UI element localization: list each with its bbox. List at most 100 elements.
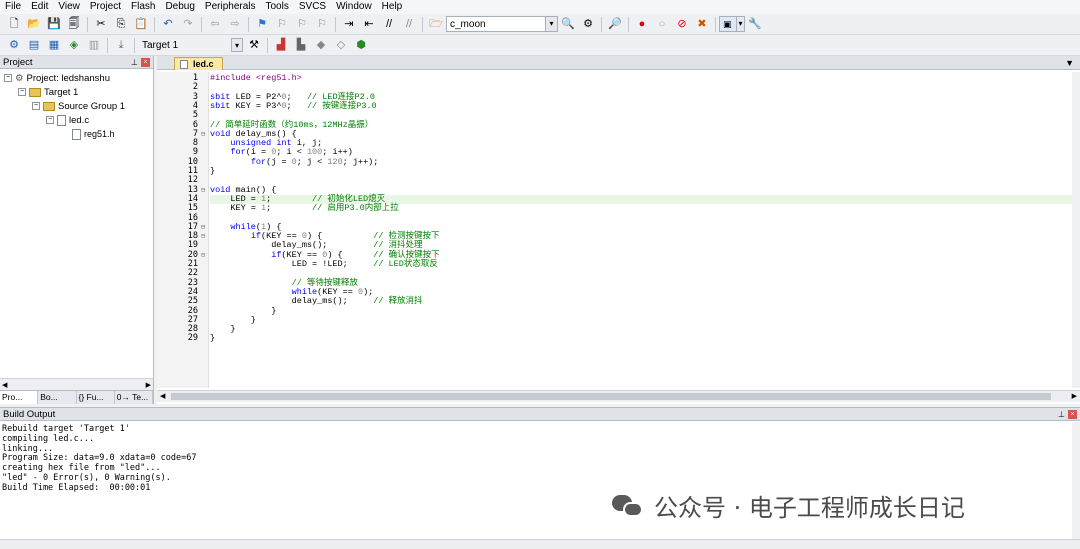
code-line[interactable]: #include <reg51.h> [210,73,302,83]
nav-forward-icon[interactable]: ⇨ [227,16,243,32]
scroll-left-icon[interactable]: ◀ [2,381,7,389]
separator [715,16,716,32]
menu-flash[interactable]: Flash [126,0,160,14]
fold-toggle-icon[interactable]: ⊟ [201,186,205,195]
menu-file[interactable]: File [0,0,26,14]
find-in-files-icon[interactable]: 🗁 [428,16,444,32]
event-recorder-icon[interactable]: ◇ [333,37,349,53]
code-area[interactable]: 1 2 3 4 5 6 7 ⊟ 8 9 10 11 12 13 ⊟ 14 15 16 17 ⊟ 18 ⊟ 19 20 ⊟ 21 22… [157,72,1080,388]
next-bookmark-icon[interactable]: ⚐ [294,16,310,32]
tab-templates[interactable]: 0→ Te... [115,391,153,404]
redo-icon[interactable]: ↷ [180,16,196,32]
breakpoint-icon[interactable]: ● [634,16,650,32]
wrench-icon[interactable]: 🔧 [747,16,763,32]
code-line[interactable]: } [210,334,215,344]
comment-icon[interactable]: // [381,16,397,32]
tree-item-led-c[interactable]: − led.c [46,113,89,127]
project-horizontal-scrollbar[interactable]: ◀ ▶ [0,378,153,390]
chevron-down-icon[interactable]: ▾ [736,17,744,31]
scroll-left-icon[interactable]: ◀ [160,392,165,400]
unindent-icon[interactable]: ⇤ [361,16,377,32]
tree-item-project[interactable]: − ⚙ Project: ledshanshu [4,71,110,85]
bookmark-icon[interactable]: ⚑ [254,16,270,32]
tree-item-reg51-h[interactable]: reg51.h [72,127,115,141]
code-line[interactable]: } [210,166,215,176]
save-all-icon[interactable]: 🗐 [66,16,82,32]
download-icon[interactable]: ⤓ [113,37,129,53]
target-options-icon[interactable]: ⚒ [246,37,262,53]
disable-breakpoint-icon[interactable]: ○ [654,16,670,32]
fold-toggle-icon[interactable]: ⊟ [201,251,205,260]
collapse-icon[interactable]: − [4,74,12,82]
editor-vertical-scrollbar[interactable] [1072,72,1080,388]
manage-project-items-icon[interactable]: ▟ [273,37,289,53]
menu-svcs[interactable]: SVCS [294,0,331,14]
paste-icon[interactable]: 📋 [133,16,149,32]
tab-project[interactable]: Pro... [0,391,39,404]
function-combo[interactable]: c_moon ▾ [446,16,558,32]
pin-icon[interactable]: ⊥ [131,58,138,67]
editor-horizontal-scrollbar[interactable]: ◀ ▶ [157,390,1080,402]
fold-toggle-icon[interactable]: ⊟ [201,130,205,139]
menu-view[interactable]: View [53,0,85,14]
menu-peripherals[interactable]: Peripherals [200,0,261,14]
tab-list-icon[interactable]: ▼ [1065,56,1074,70]
indent-icon[interactable]: ⇥ [341,16,357,32]
collapse-icon[interactable]: − [46,116,54,124]
chevron-down-icon[interactable]: ▾ [545,17,557,31]
pack-installer-icon[interactable]: ⬢ [353,37,369,53]
copy-icon[interactable]: ⎘ [113,16,129,32]
code-line[interactable]: sbit KEY = P3^0; // 按键连接P3.0 [210,101,377,111]
pin-icon[interactable]: ⊥ [1058,410,1065,419]
scroll-right-icon[interactable]: ▶ [1072,392,1077,400]
build-icon[interactable]: ▤ [26,37,42,53]
build-horizontal-scrollbar[interactable] [0,539,1080,549]
close-icon[interactable]: × [141,57,150,67]
stop-build-icon[interactable]: ▥ [86,37,102,53]
kill-all-breakpoints-icon[interactable]: ✖ [694,16,710,32]
open-file-icon[interactable]: 📂 [26,16,42,32]
menu-debug[interactable]: Debug [160,0,199,14]
build-vertical-scrollbar[interactable] [1072,422,1080,540]
code-line[interactable]: LED = !LED; // LED状态取反 [210,259,438,269]
menu-tools[interactable]: Tools [261,0,294,14]
code-line[interactable]: for(j = 0; j < 120; j++); [210,157,379,167]
chevron-down-icon[interactable]: ▾ [231,38,243,52]
collapse-icon[interactable]: − [18,88,26,96]
undo-icon[interactable]: ↶ [160,16,176,32]
diamond-icon[interactable]: ◆ [313,37,329,53]
code-line[interactable]: KEY = 1; // 启用P3.0内部上拉 [210,203,398,213]
menu-edit[interactable]: Edit [26,0,53,14]
tree-item-source-group[interactable]: − Source Group 1 [32,99,125,113]
rebuild-icon[interactable]: ▦ [46,37,62,53]
tab-led-c[interactable]: led.c [174,57,223,70]
new-file-icon[interactable]: 🗋 [6,16,22,32]
scroll-right-icon[interactable]: ▶ [146,381,151,389]
clear-bookmarks-icon[interactable]: ⚐ [314,16,330,32]
fold-toggle-icon[interactable]: ⊟ [201,232,205,241]
menu-project[interactable]: Project [85,0,126,14]
close-icon[interactable]: × [1068,409,1077,419]
configure-icon[interactable]: ⚙ [580,16,596,32]
tree-item-target[interactable]: − Target 1 [18,85,78,99]
fold-toggle-icon[interactable]: ⊟ [201,223,205,232]
tab-books[interactable]: Bo... [38,391,77,404]
cut-icon[interactable]: ✂ [93,16,109,32]
window-layout-combo[interactable]: ▣ ▾ [719,16,745,32]
translate-icon[interactable]: ⚙ [6,37,22,53]
manage-books-icon[interactable]: ▙ [293,37,309,53]
find-icon[interactable]: 🔍 [560,16,576,32]
prev-bookmark-icon[interactable]: ⚐ [274,16,290,32]
kill-breakpoints-icon[interactable]: ⊘ [674,16,690,32]
debug-session-icon[interactable]: 🔎 [607,16,623,32]
nav-back-icon[interactable]: ⇦ [207,16,223,32]
scroll-thumb[interactable] [171,393,1051,400]
batch-build-icon[interactable]: ◈ [66,37,82,53]
menu-window[interactable]: Window [331,0,377,14]
save-icon[interactable]: 💾 [46,16,62,32]
target-combo[interactable]: Target 1 ▾ [138,37,244,53]
menu-help[interactable]: Help [377,0,408,14]
tab-functions[interactable]: {} Fu... [77,391,115,404]
uncomment-icon[interactable]: // [401,16,417,32]
collapse-icon[interactable]: − [32,102,40,110]
